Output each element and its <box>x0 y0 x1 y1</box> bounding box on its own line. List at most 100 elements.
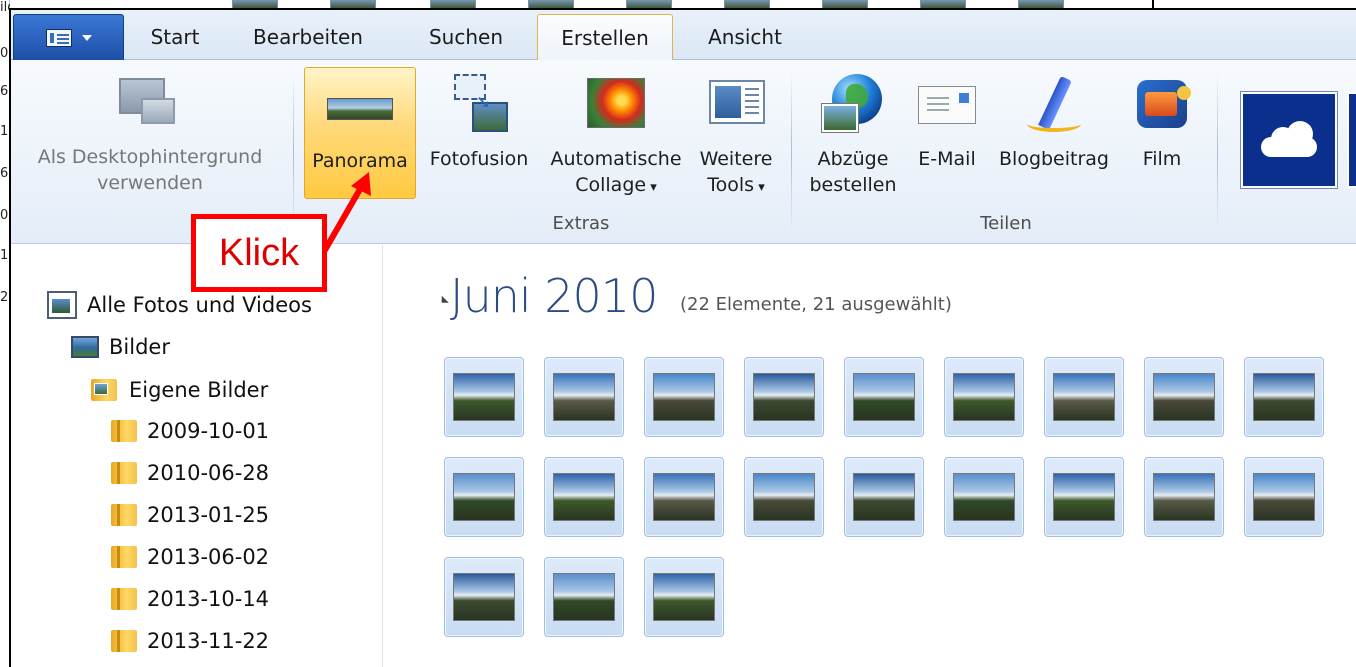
annotation-arrow-icon <box>322 172 371 253</box>
nav-folder-2013-01-25[interactable]: 2013-01-25 <box>111 503 269 527</box>
photo-thumbnail[interactable] <box>444 557 524 637</box>
nav-eigene-bilder[interactable]: Eigene Bilder <box>91 377 268 403</box>
button-label: Film <box>1142 148 1182 170</box>
photo-thumbnail[interactable] <box>444 357 524 437</box>
nav-folder-2013-10-14[interactable]: 2013-10-14 <box>111 587 269 611</box>
photo-thumbnail[interactable] <box>1044 457 1124 537</box>
photo-thumbnail[interactable] <box>544 557 624 637</box>
photo-thumbnail[interactable] <box>1244 357 1324 437</box>
button-label: Abzüge <box>817 148 889 170</box>
movie-icon <box>1127 74 1197 136</box>
nav-folder-2013-06-02[interactable]: 2013-06-02 <box>111 545 269 569</box>
photo-image <box>1053 473 1115 521</box>
nav-folder-2010-06-28[interactable]: 2010-06-28 <box>111 461 269 485</box>
tab-suchen[interactable]: Suchen <box>411 14 521 60</box>
photo-thumbnail[interactable] <box>744 457 824 537</box>
folder-icon <box>111 504 137 526</box>
button-label: Automatische <box>550 148 682 170</box>
annotation-callout: Klick <box>191 214 327 292</box>
nav-label: 2010-06-28 <box>147 461 270 485</box>
photo-thumbnail[interactable] <box>944 357 1024 437</box>
nav-all-photos-videos[interactable]: Alle Fotos und Videos <box>47 291 312 319</box>
photo-gallery-window: Start Bearbeiten Suchen Erstellen Ansich… <box>9 8 1356 667</box>
tab-start[interactable]: Start <box>133 14 217 60</box>
button-label: Weitere <box>699 148 773 170</box>
button-label: Als Desktophintergrund <box>37 146 263 168</box>
pictures-icon <box>71 336 99 358</box>
ribbon-separator <box>1217 72 1218 232</box>
nav-folder-2009-10-01[interactable]: 2009-10-01 <box>111 419 269 443</box>
button-label: Blogbeitrag <box>999 148 1109 170</box>
nav-bilder[interactable]: Bilder <box>71 335 170 359</box>
onedrive-button[interactable] <box>1241 92 1337 188</box>
collapse-group-icon[interactable] <box>438 295 449 307</box>
button-label: bestellen <box>809 174 897 196</box>
email-button[interactable]: E-Mail <box>907 74 987 172</box>
photo-image <box>453 473 515 521</box>
more-tools-icon <box>701 74 771 132</box>
more-tools-button[interactable]: Weitere Tools <box>691 74 781 201</box>
app-menu-icon <box>45 28 72 47</box>
nav-label: 2013-11-22 <box>147 629 270 653</box>
nav-label: 2013-06-02 <box>147 545 270 569</box>
ribbon-tab-bar: Start Bearbeiten Suchen Erstellen Ansich… <box>11 10 1356 60</box>
desktop-background-icon <box>115 74 185 134</box>
photo-image <box>653 373 715 421</box>
set-desktop-background-button[interactable]: Als Desktophintergrund verwenden <box>25 74 275 196</box>
next-service-button[interactable] <box>1347 92 1356 188</box>
collage-icon <box>581 74 651 136</box>
photo-image <box>553 573 615 621</box>
nav-label: Eigene Bilder <box>129 378 269 402</box>
photo-thumbnail[interactable] <box>1244 457 1324 537</box>
folder-icon <box>111 420 137 442</box>
nav-label: 2009-10-01 <box>147 419 270 443</box>
photo-image <box>953 473 1015 521</box>
photo-thumbnail[interactable] <box>844 357 924 437</box>
tab-bearbeiten[interactable]: Bearbeiten <box>241 14 375 60</box>
ribbon-separator <box>293 72 294 232</box>
order-prints-icon <box>818 74 888 140</box>
nav-folder-2013-11-22[interactable]: 2013-11-22 <box>111 629 269 653</box>
fotofusion-button[interactable]: ➘ Fotofusion <box>421 74 537 172</box>
tab-ansicht[interactable]: Ansicht <box>695 14 795 60</box>
folder-icon <box>111 630 137 652</box>
tab-erstellen[interactable]: Erstellen <box>537 14 673 60</box>
button-label: verwenden <box>97 172 203 194</box>
photo-thumbnail[interactable] <box>944 457 1024 537</box>
group-title: Juni 2010 <box>450 269 658 323</box>
photo-image <box>1253 473 1315 521</box>
photo-grid-pane: Juni 2010 (22 Elemente, 21 ausgewählt) <box>384 245 1356 667</box>
nav-label: 2013-01-25 <box>147 503 270 527</box>
folder-icon <box>111 546 137 568</box>
my-pictures-icon <box>91 377 119 403</box>
auto-collage-button[interactable]: Automatische Collage <box>541 74 691 201</box>
photo-thumbnail[interactable] <box>644 357 724 437</box>
photo-image <box>653 573 715 621</box>
photo-image <box>853 373 915 421</box>
chevron-down-icon <box>81 34 92 41</box>
ribbon-group-label-teilen: Teilen <box>980 213 1032 234</box>
photo-thumbnail[interactable] <box>444 457 524 537</box>
folder-icon <box>111 588 137 610</box>
photo-image <box>653 473 715 521</box>
movie-button[interactable]: Film <box>1125 74 1199 172</box>
photo-thumbnail[interactable] <box>544 357 624 437</box>
photo-thumbnail[interactable] <box>544 457 624 537</box>
order-prints-button[interactable]: Abzüge bestellen <box>803 74 903 198</box>
photo-image <box>1153 373 1215 421</box>
photo-thumbnail[interactable] <box>844 457 924 537</box>
ribbon-separator <box>791 72 792 232</box>
application-menu-button[interactable] <box>13 14 124 60</box>
photo-thumbnail[interactable] <box>644 557 724 637</box>
photo-thumbnail[interactable] <box>644 457 724 537</box>
photo-thumbnail[interactable] <box>744 357 824 437</box>
photo-image <box>753 373 815 421</box>
folder-icon <box>111 462 137 484</box>
button-label: E-Mail <box>918 148 976 170</box>
photo-thumbnail[interactable] <box>1144 357 1224 437</box>
blog-post-button[interactable]: Blogbeitrag <box>991 74 1117 172</box>
photo-image <box>753 473 815 521</box>
photo-thumbnail[interactable] <box>1144 457 1224 537</box>
photo-thumbnail[interactable] <box>1044 357 1124 437</box>
nav-label: Alle Fotos und Videos <box>87 293 312 317</box>
